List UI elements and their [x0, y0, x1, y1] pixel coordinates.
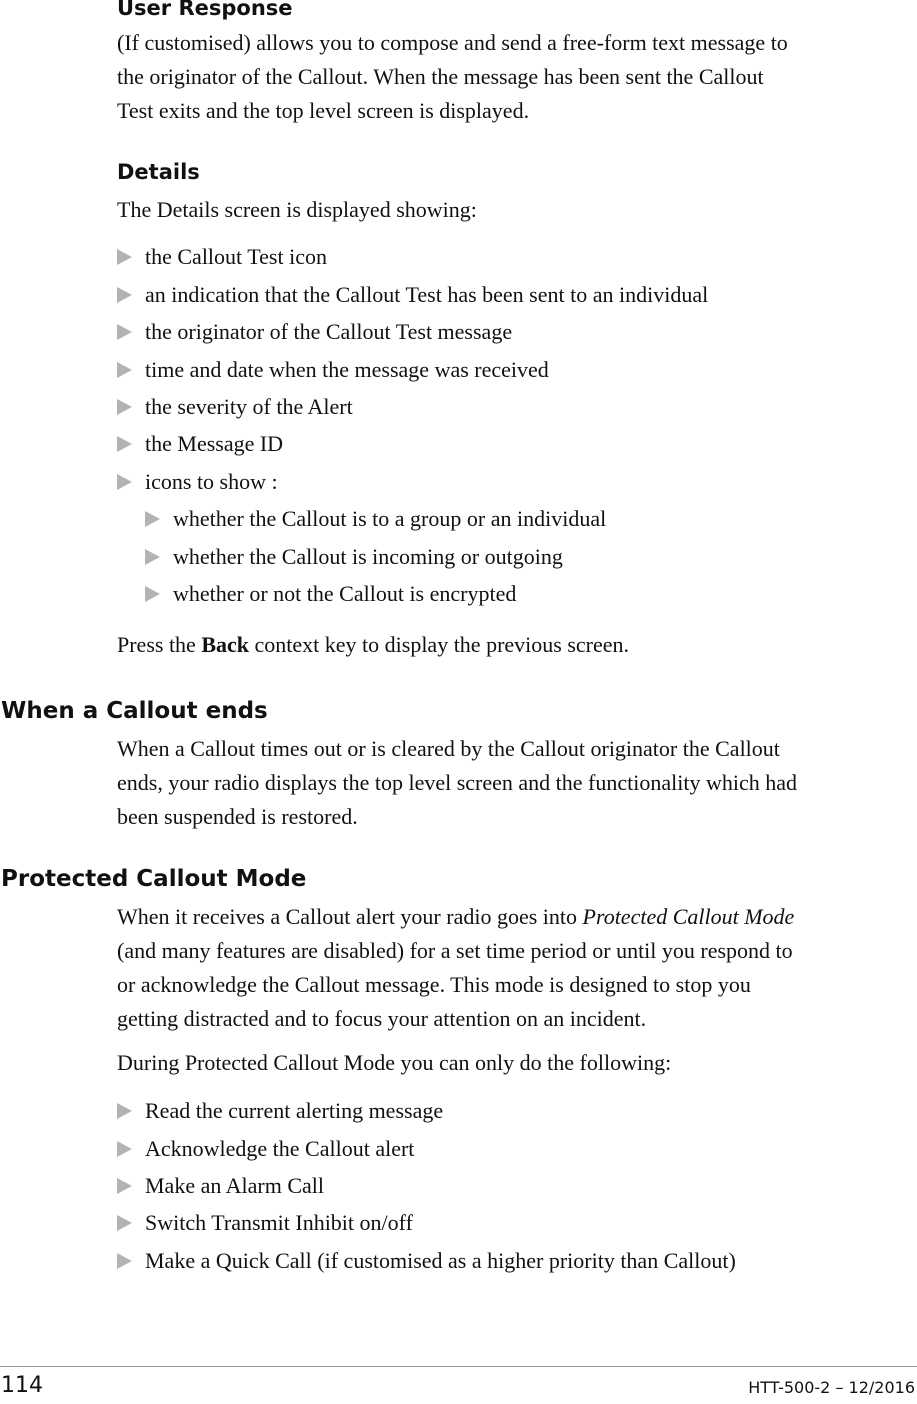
- page-number: 114: [1, 1373, 43, 1398]
- paragraph-line: getting distracted and to focus your att…: [117, 1006, 647, 1031]
- bullet-triangle-icon: [117, 287, 132, 303]
- paragraph-line: ends, your radio displays the top level …: [117, 770, 797, 795]
- details-heading: Details: [117, 160, 200, 184]
- paragraph-line: or acknowledge the Callout message. This…: [117, 972, 751, 997]
- bullet-triangle-icon: [117, 249, 132, 265]
- protected-mode-paragraph: When it receives a Callout alert your ra…: [117, 900, 917, 1036]
- bullet-triangle-icon: [117, 1253, 132, 1269]
- bullet-triangle-icon: [117, 324, 132, 340]
- bullet-triangle-icon: [145, 586, 160, 602]
- footer-divider: [0, 1366, 917, 1367]
- bullet-triangle-icon: [117, 436, 132, 452]
- bullet-triangle-icon: [117, 474, 132, 490]
- bullet-triangle-icon: [117, 1178, 132, 1194]
- protected-mode-intro: During Protected Callout Mode you can on…: [117, 1050, 672, 1075]
- user-response-paragraph: (If customised) allows you to compose an…: [117, 26, 917, 128]
- details-intro: The Details screen is displayed showing:: [117, 197, 477, 222]
- paragraph-line: the originator of the Callout. When the …: [117, 64, 764, 89]
- user-response-heading: User Response: [117, 0, 293, 20]
- bullet-triangle-icon: [117, 362, 132, 378]
- bullet-triangle-icon: [117, 1103, 132, 1119]
- bullet-triangle-icon: [117, 399, 132, 415]
- bullet-triangle-icon: [145, 549, 160, 565]
- bullet-triangle-icon: [117, 1141, 132, 1157]
- paragraph-line: (and many features are disabled) for a s…: [117, 938, 793, 963]
- protected-mode-heading: Protected Callout Mode: [1, 866, 307, 892]
- back-key-label: Back: [201, 632, 250, 657]
- paragraph-line: Test exits and the top level screen is d…: [117, 98, 530, 123]
- bullet-triangle-icon: [117, 1215, 132, 1231]
- document-id: HTT-500-2 – 12/2016: [748, 1378, 915, 1397]
- paragraph-line: When it receives a Callout alert your ra…: [117, 904, 795, 929]
- bullet-triangle-icon: [145, 511, 160, 527]
- paragraph-line: been suspended is restored.: [117, 804, 358, 829]
- callout-ends-paragraph: When a Callout times out or is cleared b…: [117, 732, 917, 834]
- back-key-instruction: Press the Back context key to display th…: [117, 632, 630, 657]
- paragraph-line: When a Callout times out or is cleared b…: [117, 736, 780, 761]
- paragraph-line: (If customised) allows you to compose an…: [117, 30, 788, 55]
- protected-mode-term: Protected Callout Mode: [582, 904, 795, 929]
- callout-ends-heading: When a Callout ends: [1, 698, 268, 724]
